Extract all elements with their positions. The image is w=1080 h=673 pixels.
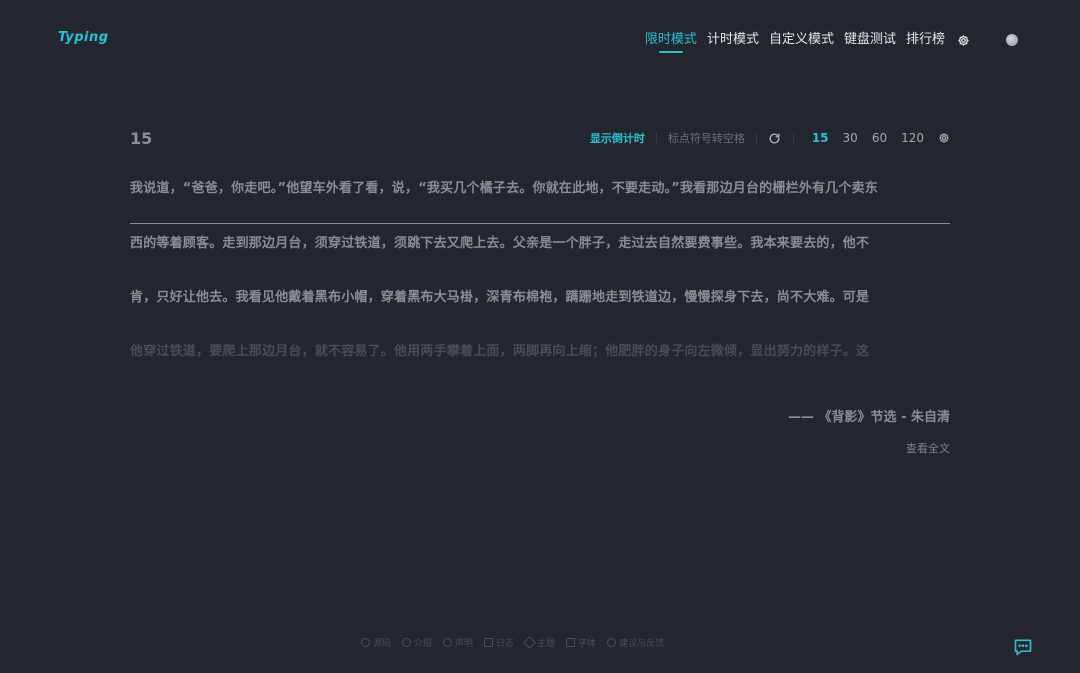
feedback-icon bbox=[607, 638, 617, 647]
divider bbox=[792, 133, 794, 143]
shield-icon bbox=[443, 638, 453, 647]
nav-item-custom-mode[interactable]: 自定义模式 bbox=[769, 30, 834, 50]
duration-option-30[interactable]: 30 bbox=[843, 131, 858, 145]
refresh-icon[interactable] bbox=[768, 131, 782, 145]
footer-link-statement[interactable]: 声明 bbox=[443, 636, 473, 649]
gear-icon[interactable] bbox=[956, 33, 970, 47]
duration-option-15[interactable]: 15 bbox=[812, 131, 829, 145]
footer-link-log[interactable]: 日志 bbox=[484, 636, 514, 649]
footer-link-label: 建议与反馈 bbox=[619, 639, 665, 649]
nav-item-timed-mode[interactable]: 限时模式 bbox=[645, 30, 697, 53]
passage-line: 西的等着顾客。走到那边月台，须穿过铁道，须跳下去又爬上去。父亲是一个胖子，走过去… bbox=[130, 236, 870, 251]
read-full-link[interactable]: 查看全文 bbox=[906, 440, 950, 456]
chat-icon[interactable] bbox=[1013, 637, 1033, 657]
divider bbox=[655, 133, 657, 143]
punctuation-to-space-toggle[interactable]: 标点符号转空格 bbox=[668, 130, 745, 146]
font-icon bbox=[566, 638, 576, 647]
log-icon bbox=[484, 638, 494, 647]
typing-passage[interactable]: 我说道，“爸爸，你走吧。”他望车外看了看，说，“我买几个橘子去。你就在此地，不要… bbox=[130, 172, 950, 389]
footer-link-label: 字体 bbox=[578, 639, 597, 649]
footer-link-label: 主题 bbox=[537, 639, 556, 649]
gear-icon[interactable] bbox=[937, 131, 951, 145]
nav-item-timer-mode[interactable]: 计时模式 bbox=[707, 30, 759, 50]
footer-link-label: 日志 bbox=[496, 639, 515, 649]
footer-link-label: 源码 bbox=[373, 639, 392, 649]
show-countdown-toggle[interactable]: 显示倒计时 bbox=[590, 130, 645, 146]
passage-line: 肯，只好让他去。我看见他戴着黑布小帽，穿着黑布大马褂，深青布棉袍，蹒跚地走到铁道… bbox=[130, 290, 870, 305]
word-counter: 15 bbox=[130, 129, 153, 148]
duration-option-60[interactable]: 60 bbox=[872, 131, 887, 145]
info-icon bbox=[402, 638, 412, 647]
duration-option-120[interactable]: 120 bbox=[901, 131, 924, 145]
avatar[interactable] bbox=[1006, 34, 1018, 46]
divider bbox=[755, 133, 757, 143]
app-root: Typing 限时模式 计时模式 自定义模式 键盘测试 排行榜 15 显示倒计时… bbox=[0, 0, 1080, 673]
footer-link-intro[interactable]: 介绍 bbox=[402, 636, 432, 649]
passage-line: 他穿过铁道，要爬上那边月台，就不容易了。他用两手攀着上面，两脚再向上缩；他肥胖的… bbox=[130, 344, 870, 359]
footer-link-source[interactable]: 源码 bbox=[361, 636, 391, 649]
app-logo[interactable]: Typing bbox=[58, 30, 109, 45]
footer-link-feedback[interactable]: 建议与反馈 bbox=[607, 636, 664, 649]
footer-link-font[interactable]: 字体 bbox=[566, 636, 596, 649]
nav-item-leaderboard[interactable]: 排行榜 bbox=[906, 30, 945, 50]
footer-links: 源码 介绍 声明 日志 主题 字体 建议与反馈 bbox=[361, 636, 664, 649]
footer-link-label: 声明 bbox=[455, 639, 474, 649]
passage-source: —— 《背影》节选 - 朱自清 bbox=[788, 410, 950, 425]
footer-link-label: 介绍 bbox=[414, 639, 433, 649]
typing-toolbar: 显示倒计时 标点符号转空格 15 30 60 120 bbox=[590, 130, 951, 146]
nav-item-keyboard-test[interactable]: 键盘测试 bbox=[844, 30, 896, 50]
github-icon bbox=[361, 638, 370, 647]
top-nav: 限时模式 计时模式 自定义模式 键盘测试 排行榜 bbox=[645, 30, 1018, 53]
passage-line: 我说道，“爸爸，你走吧。”他望车外看了看，说，“我买几个橘子去。你就在此地，不要… bbox=[130, 172, 950, 224]
palette-icon bbox=[523, 636, 536, 649]
footer-link-theme[interactable]: 主题 bbox=[523, 636, 556, 649]
